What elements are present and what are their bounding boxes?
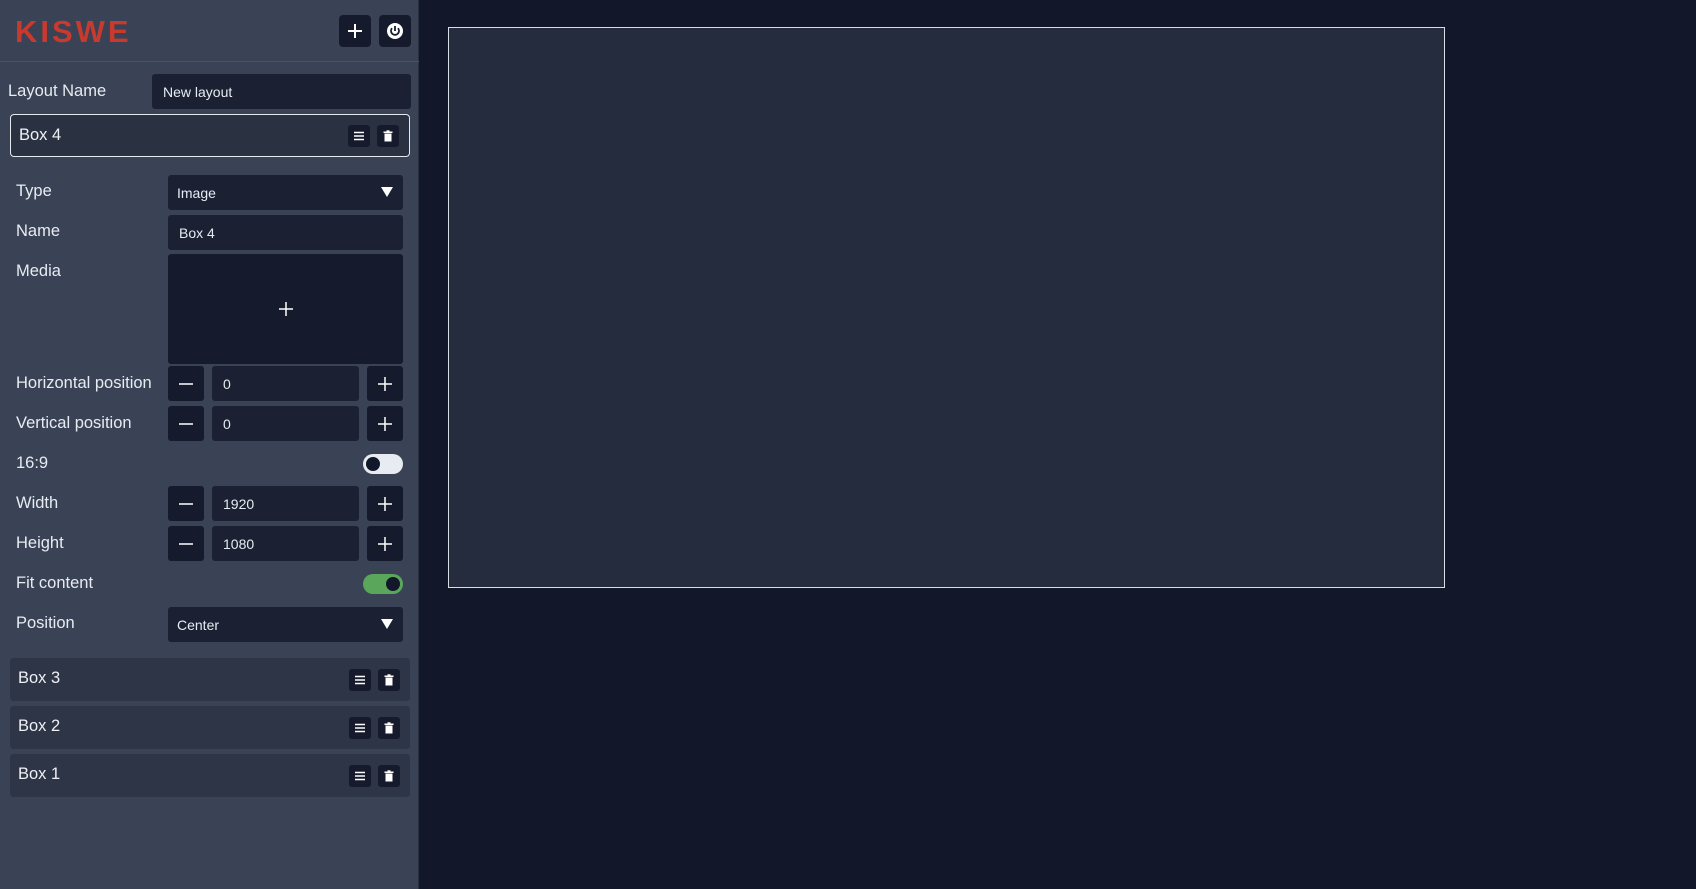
box-delete-button[interactable]: [378, 669, 400, 691]
width-input[interactable]: [221, 494, 359, 513]
box-title: Box 4: [19, 126, 62, 144]
type-select[interactable]: Image: [168, 175, 403, 210]
layout-name-field[interactable]: [152, 74, 411, 109]
menu-icon: [355, 771, 365, 781]
chevron-down-icon: [381, 187, 393, 197]
fit-content-label: Fit content: [16, 574, 94, 592]
position-select[interactable]: Center: [168, 607, 403, 642]
vertical-position-decrement-button[interactable]: [168, 406, 204, 441]
plus-icon: [278, 302, 293, 316]
box-item-box-3[interactable]: Box 3: [10, 658, 410, 701]
toggle-knob: [386, 577, 400, 591]
box-item-box-2[interactable]: Box 2: [10, 706, 410, 749]
aspect-ratio-label: 16:9: [16, 454, 49, 472]
minus-icon: [179, 502, 193, 505]
width-label: Width: [16, 494, 59, 512]
plus-icon: [378, 536, 392, 551]
trash-icon: [384, 722, 394, 734]
box-title: Box 2: [18, 717, 61, 735]
height-increment-button[interactable]: [367, 526, 403, 561]
media-upload-area[interactable]: [168, 254, 403, 364]
chevron-down-icon: [381, 619, 393, 629]
type-label: Type: [16, 182, 52, 200]
box-delete-button[interactable]: [378, 765, 400, 787]
horizontal-position-field[interactable]: [212, 366, 359, 401]
box-menu-button[interactable]: [349, 669, 371, 691]
horizontal-position-input[interactable]: [221, 374, 359, 393]
width-decrement-button[interactable]: [168, 486, 204, 521]
layout-name-input[interactable]: [161, 82, 411, 101]
type-select-value: Image: [177, 184, 216, 201]
power-icon: [387, 23, 403, 39]
add-layout-button[interactable]: [339, 15, 371, 47]
minus-icon: [179, 382, 193, 385]
trash-icon: [384, 770, 394, 782]
trash-icon: [384, 674, 394, 686]
horizontal-position-decrement-button[interactable]: [168, 366, 204, 401]
minus-icon: [179, 422, 193, 425]
name-input[interactable]: [177, 223, 403, 242]
width-field[interactable]: [212, 486, 359, 521]
name-field[interactable]: [168, 215, 403, 250]
box-menu-button[interactable]: [349, 717, 371, 739]
horizontal-position-increment-button[interactable]: [367, 366, 403, 401]
height-decrement-button[interactable]: [168, 526, 204, 561]
vertical-position-increment-button[interactable]: [367, 406, 403, 441]
box-menu-button[interactable]: [349, 765, 371, 787]
height-field[interactable]: [212, 526, 359, 561]
name-label: Name: [16, 222, 61, 240]
minus-icon: [179, 542, 193, 545]
layout-name-label: Layout Name: [8, 82, 107, 100]
top-bar: KISWE: [0, 0, 419, 62]
trash-icon: [383, 130, 393, 142]
plus-icon: [348, 24, 362, 38]
plus-icon: [378, 376, 392, 391]
plus-icon: [378, 496, 392, 511]
aspect-ratio-toggle[interactable]: [363, 454, 403, 474]
horizontal-position-label: Horizontal position: [16, 374, 152, 392]
menu-icon: [354, 131, 364, 141]
box-delete-button[interactable]: [377, 125, 399, 147]
vertical-position-input[interactable]: [221, 414, 359, 433]
menu-icon: [355, 675, 365, 685]
box-item-box-4[interactable]: Box 4: [10, 114, 410, 157]
layout-canvas[interactable]: [448, 27, 1445, 588]
vertical-position-label: Vertical position: [16, 414, 132, 432]
plus-icon: [378, 416, 392, 431]
fit-content-toggle[interactable]: [363, 574, 403, 594]
box-item-box-1[interactable]: Box 1: [10, 754, 410, 797]
width-increment-button[interactable]: [367, 486, 403, 521]
box-menu-button[interactable]: [348, 125, 370, 147]
vertical-position-field[interactable]: [212, 406, 359, 441]
box-title: Box 3: [18, 669, 61, 687]
menu-icon: [355, 723, 365, 733]
media-label: Media: [16, 262, 61, 280]
height-label: Height: [16, 534, 64, 552]
box-delete-button[interactable]: [378, 717, 400, 739]
sidebar: KISWE Layout Name Box 4: [0, 0, 419, 889]
box-title: Box 1: [18, 765, 61, 783]
power-button[interactable]: [379, 15, 411, 47]
position-label: Position: [16, 614, 75, 632]
toggle-knob: [366, 457, 380, 471]
kiswe-logo: KISWE: [15, 14, 132, 49]
position-select-value: Center: [177, 616, 220, 633]
height-input[interactable]: [221, 534, 359, 553]
